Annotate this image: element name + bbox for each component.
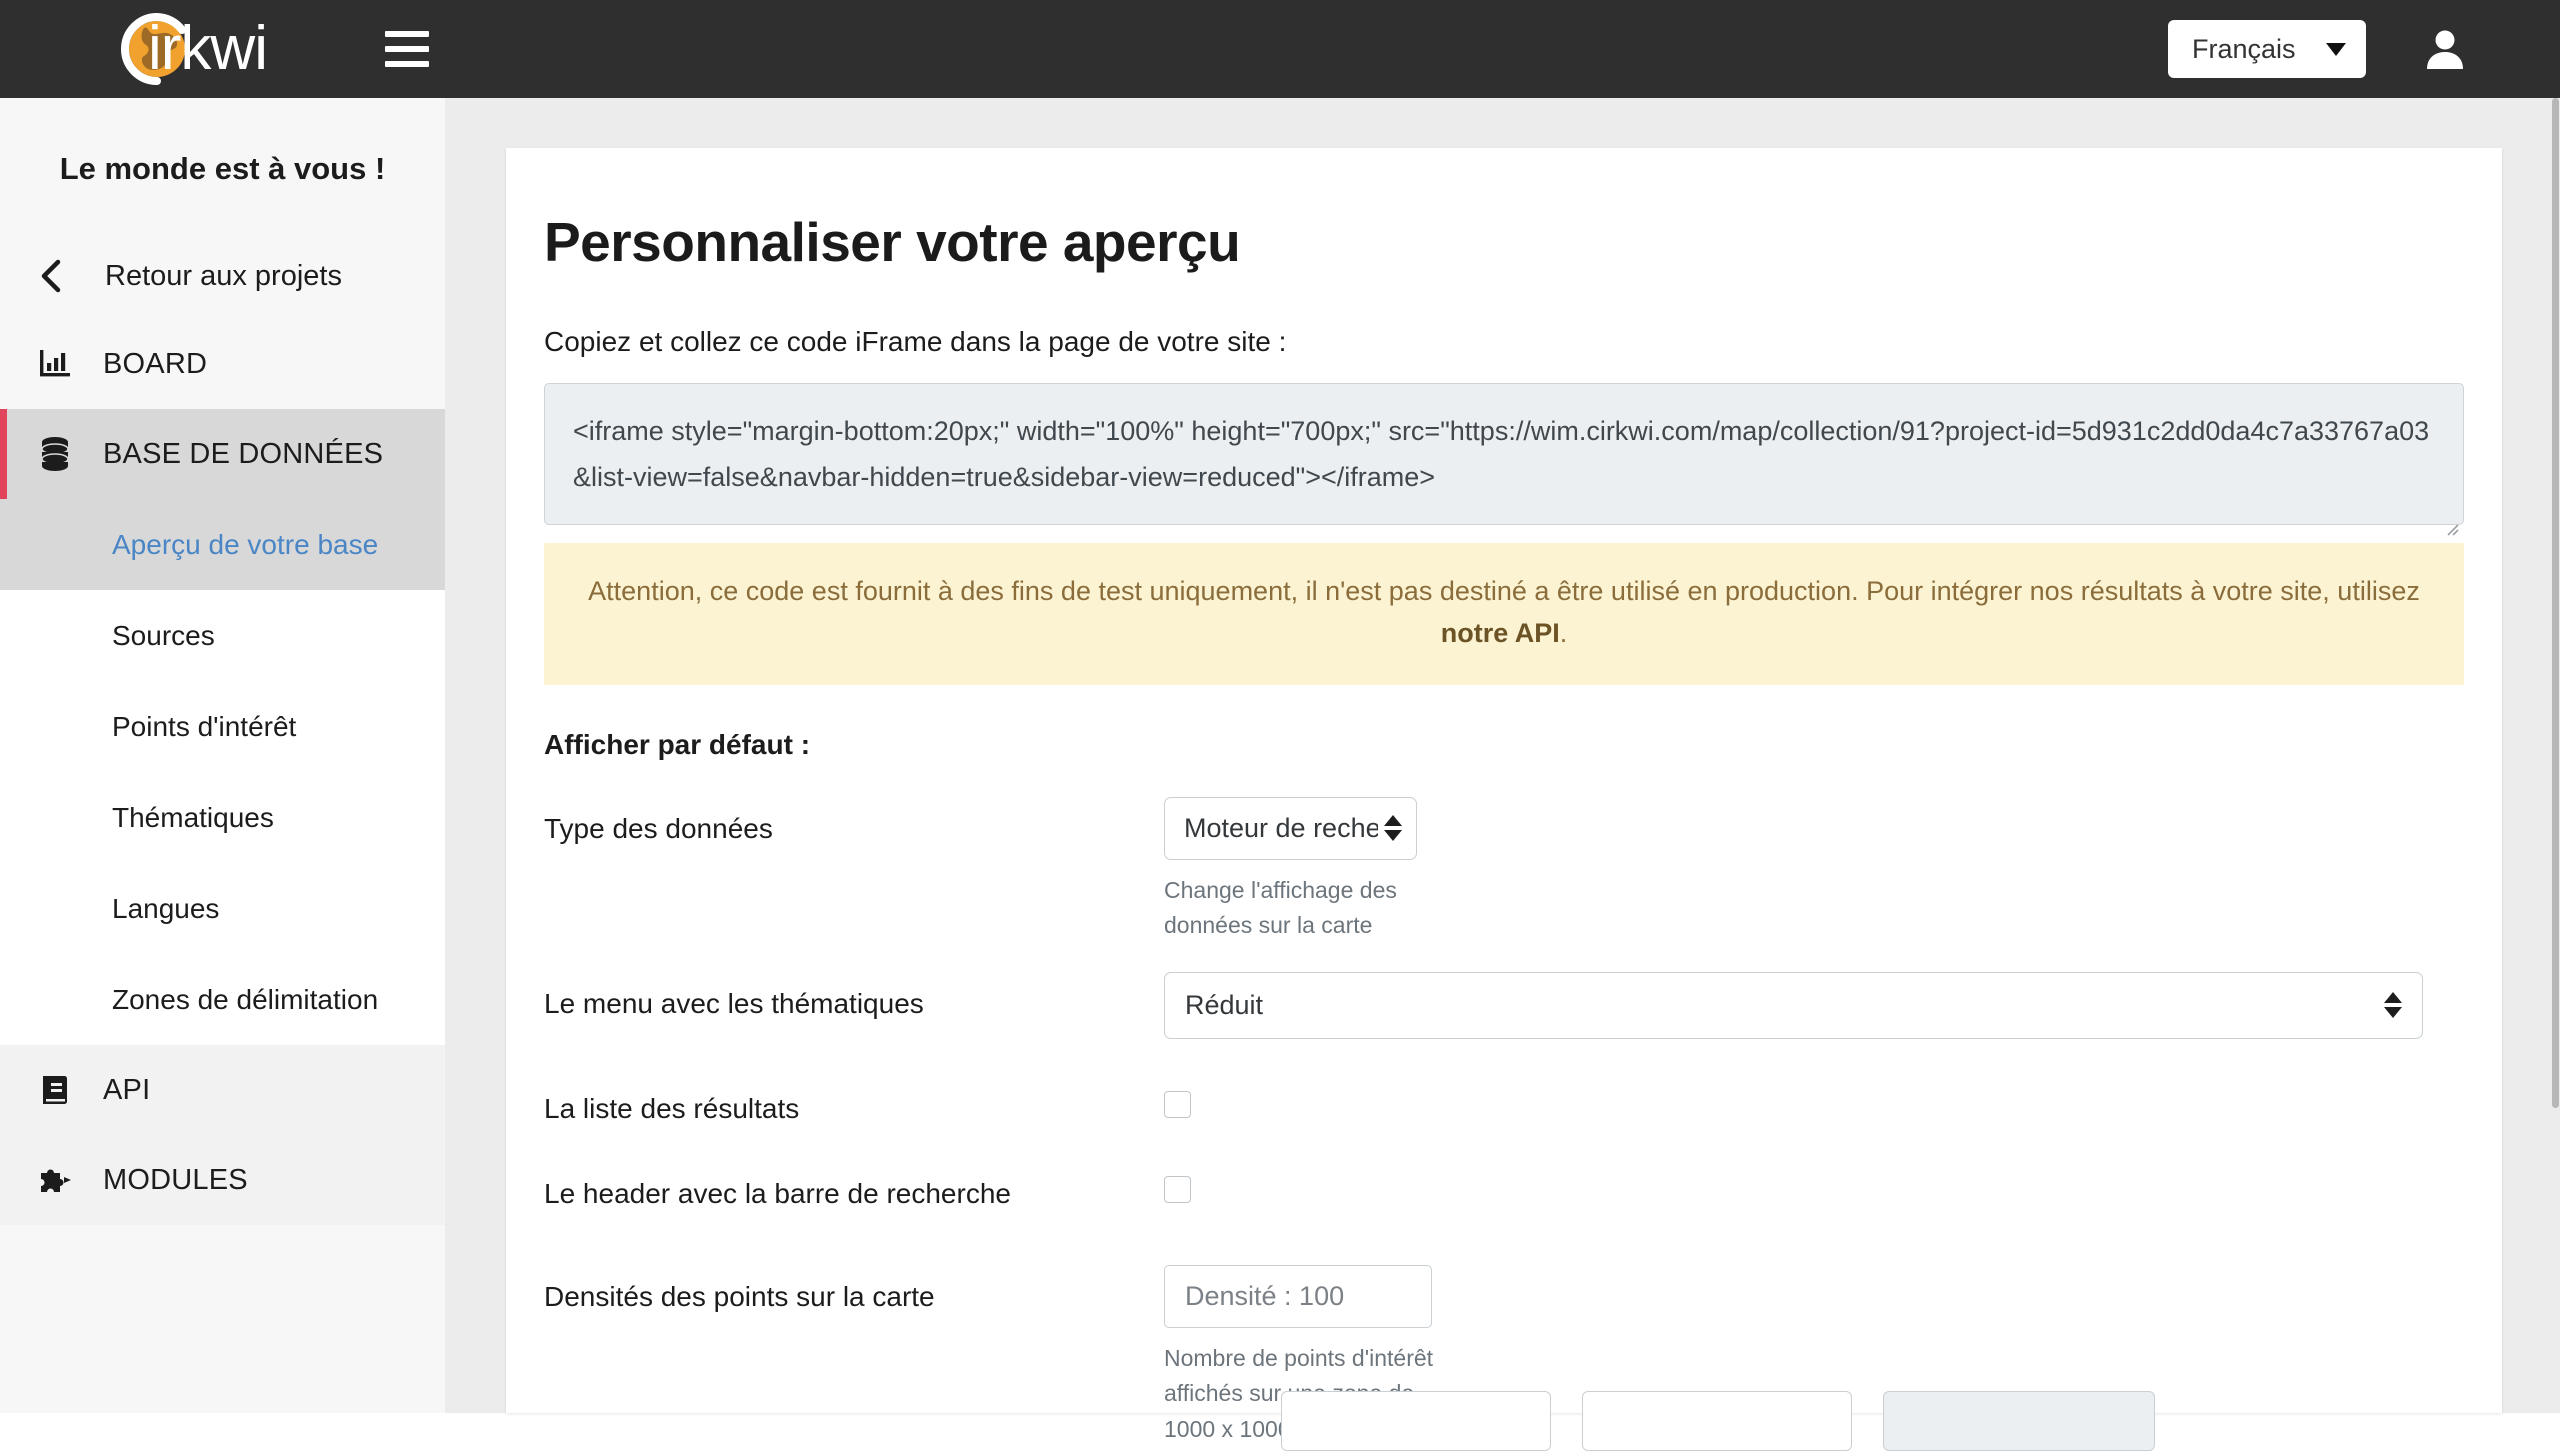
select-menu-thematiques[interactable]: Réduit — [1164, 971, 2423, 1039]
sidebar-item-api-label: API — [103, 1073, 151, 1106]
sidebar-scrollbar[interactable] — [2552, 98, 2559, 1108]
sidebar-item-modules[interactable]: MODULES — [0, 1135, 445, 1226]
select-spinner-icon — [2384, 992, 2402, 1019]
form-row-header-barre-recherche: Le header avec la barre de recherche — [506, 1162, 2502, 1212]
sidebar-title: Le monde est à vous ! — [59, 151, 386, 186]
database-icon — [36, 435, 74, 473]
bottom-input-2[interactable] — [1582, 1391, 1852, 1451]
sidebar-item-board-label: BOARD — [103, 347, 208, 380]
sidebar-item-sources[interactable]: Sources — [0, 590, 445, 681]
select-spinner-icon — [1384, 815, 1402, 842]
chevron-left-icon — [38, 259, 64, 293]
brand-logo[interactable]: irkwi — [120, 0, 268, 98]
input-densite-points[interactable]: Densité : 100 — [1164, 1264, 1432, 1328]
form-row-type-des-donnees: Type des données Moteur de recher Change… — [506, 796, 2502, 944]
chart-bar-icon — [36, 345, 74, 383]
textarea-resize-grip[interactable] — [2443, 520, 2459, 536]
back-to-projects-label: Retour aux projets — [105, 259, 342, 292]
language-label: Français — [2192, 33, 2296, 64]
input-densite-points-value: Densité : 100 — [1185, 1280, 1345, 1311]
iframe-code-textarea[interactable]: <iframe style="margin-bottom:20px;" widt… — [544, 383, 2464, 525]
checkbox-header-barre-recherche[interactable] — [1164, 1176, 1191, 1204]
bottom-input-3[interactable] — [1883, 1391, 2155, 1451]
hint-type-des-donnees: Change l'affichage des données sur la ca… — [1164, 876, 1397, 939]
sidebar-item-thematiques-label: Thématiques — [112, 801, 274, 833]
sidebar-item-apercu-label: Aperçu de votre base — [112, 528, 379, 560]
sidebar-item-points-dinteret-label: Points d'intérêt — [112, 710, 297, 742]
language-selector[interactable]: Français — [2168, 20, 2366, 78]
sidebar-item-zones-label: Zones de délimitation — [112, 983, 379, 1015]
sidebar-item-apercu-de-votre-base[interactable]: Aperçu de votre base — [0, 499, 445, 591]
sidebar-item-zones-de-delimitation[interactable]: Zones de délimitation — [0, 954, 445, 1045]
select-type-des-donnees-value: Moteur de recher — [1184, 812, 1378, 843]
brand-text: irkwi — [148, 14, 268, 83]
sidebar-item-points-dinteret[interactable]: Points d'intérêt — [0, 681, 445, 772]
back-to-projects-link[interactable]: Retour aux projets — [0, 233, 445, 319]
hamburger-icon[interactable] — [384, 21, 441, 77]
form-row-liste-resultats: La liste des résultats — [506, 1077, 2502, 1127]
bottom-inputs-row — [506, 1391, 2502, 1451]
label-type-des-donnees: Type des données — [544, 812, 773, 844]
notre-api-link[interactable]: notre API — [1441, 618, 1560, 648]
customize-preview-card: Personnaliser votre aperçu Copiez et col… — [506, 148, 2502, 1451]
sidebar: Le monde est à vous ! Retour aux projets… — [0, 98, 445, 1413]
label-menu-thematiques: Le menu avec les thématiques — [544, 987, 924, 1019]
label-header-barre-recherche: Le header avec la barre de recherche — [544, 1178, 1011, 1210]
form-row-menu-thematiques: Le menu avec les thématiques Réduit — [506, 971, 2502, 1039]
default-display-section-label: Afficher par défaut : — [544, 728, 811, 760]
sidebar-item-langues-label: Langues — [112, 892, 220, 924]
label-liste-resultats: La liste des résultats — [544, 1092, 800, 1124]
sidebar-item-base-de-donnees[interactable]: BASE DE DONNÉES — [0, 409, 445, 500]
select-menu-thematiques-value: Réduit — [1185, 989, 1264, 1020]
checkbox-liste-resultats[interactable] — [1164, 1090, 1191, 1118]
chevron-down-icon — [2326, 42, 2346, 56]
select-type-des-donnees[interactable]: Moteur de recher — [1164, 796, 1417, 860]
production-warning-banner: Attention, ce code est fournit à des fin… — [544, 543, 2464, 685]
sidebar-item-modules-label: MODULES — [103, 1163, 248, 1196]
account-avatar-icon[interactable] — [2422, 26, 2468, 72]
page-title: Personnaliser votre aperçu — [544, 211, 1241, 273]
sidebar-item-board[interactable]: BOARD — [0, 319, 445, 409]
sidebar-item-base-de-donnees-label: BASE DE DONNÉES — [103, 437, 384, 470]
sidebar-item-sources-label: Sources — [112, 619, 215, 651]
sidebar-item-langues[interactable]: Langues — [0, 863, 445, 954]
warning-text-before: Attention, ce code est fournit à des fin… — [588, 576, 2420, 606]
puzzle-piece-icon — [36, 1161, 74, 1199]
bottom-input-1[interactable] — [1281, 1391, 1551, 1451]
top-navbar: irkwi Français — [0, 0, 2560, 98]
label-densite-points: Densités des points sur la carte — [544, 1280, 935, 1312]
sidebar-item-thematiques[interactable]: Thématiques — [0, 772, 445, 863]
warning-text-after: . — [1559, 617, 1568, 648]
sidebar-item-api[interactable]: API — [0, 1045, 445, 1136]
book-icon — [36, 1071, 74, 1109]
copy-iframe-instruction: Copiez et collez ce code iFrame dans la … — [544, 326, 1287, 357]
